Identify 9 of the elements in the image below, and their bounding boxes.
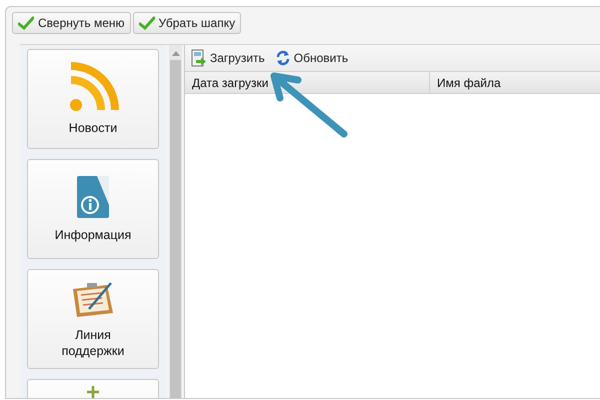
menu-tile[interactable]: Новости (27, 49, 159, 149)
toolbar-button[interactable]: Загрузить (189, 49, 267, 67)
column-header[interactable]: Имя файла (430, 72, 600, 93)
menu-tile[interactable]: Информация (27, 159, 159, 259)
toolbar-button[interactable]: Обновить (272, 50, 350, 66)
menu-tile[interactable]: Линия поддержки (27, 269, 159, 369)
column-header[interactable]: Дата загрузки (185, 72, 430, 93)
toolbar-button[interactable]: Убрать шапку (132, 12, 242, 34)
toolbar-button[interactable]: Свернуть меню (12, 12, 131, 34)
